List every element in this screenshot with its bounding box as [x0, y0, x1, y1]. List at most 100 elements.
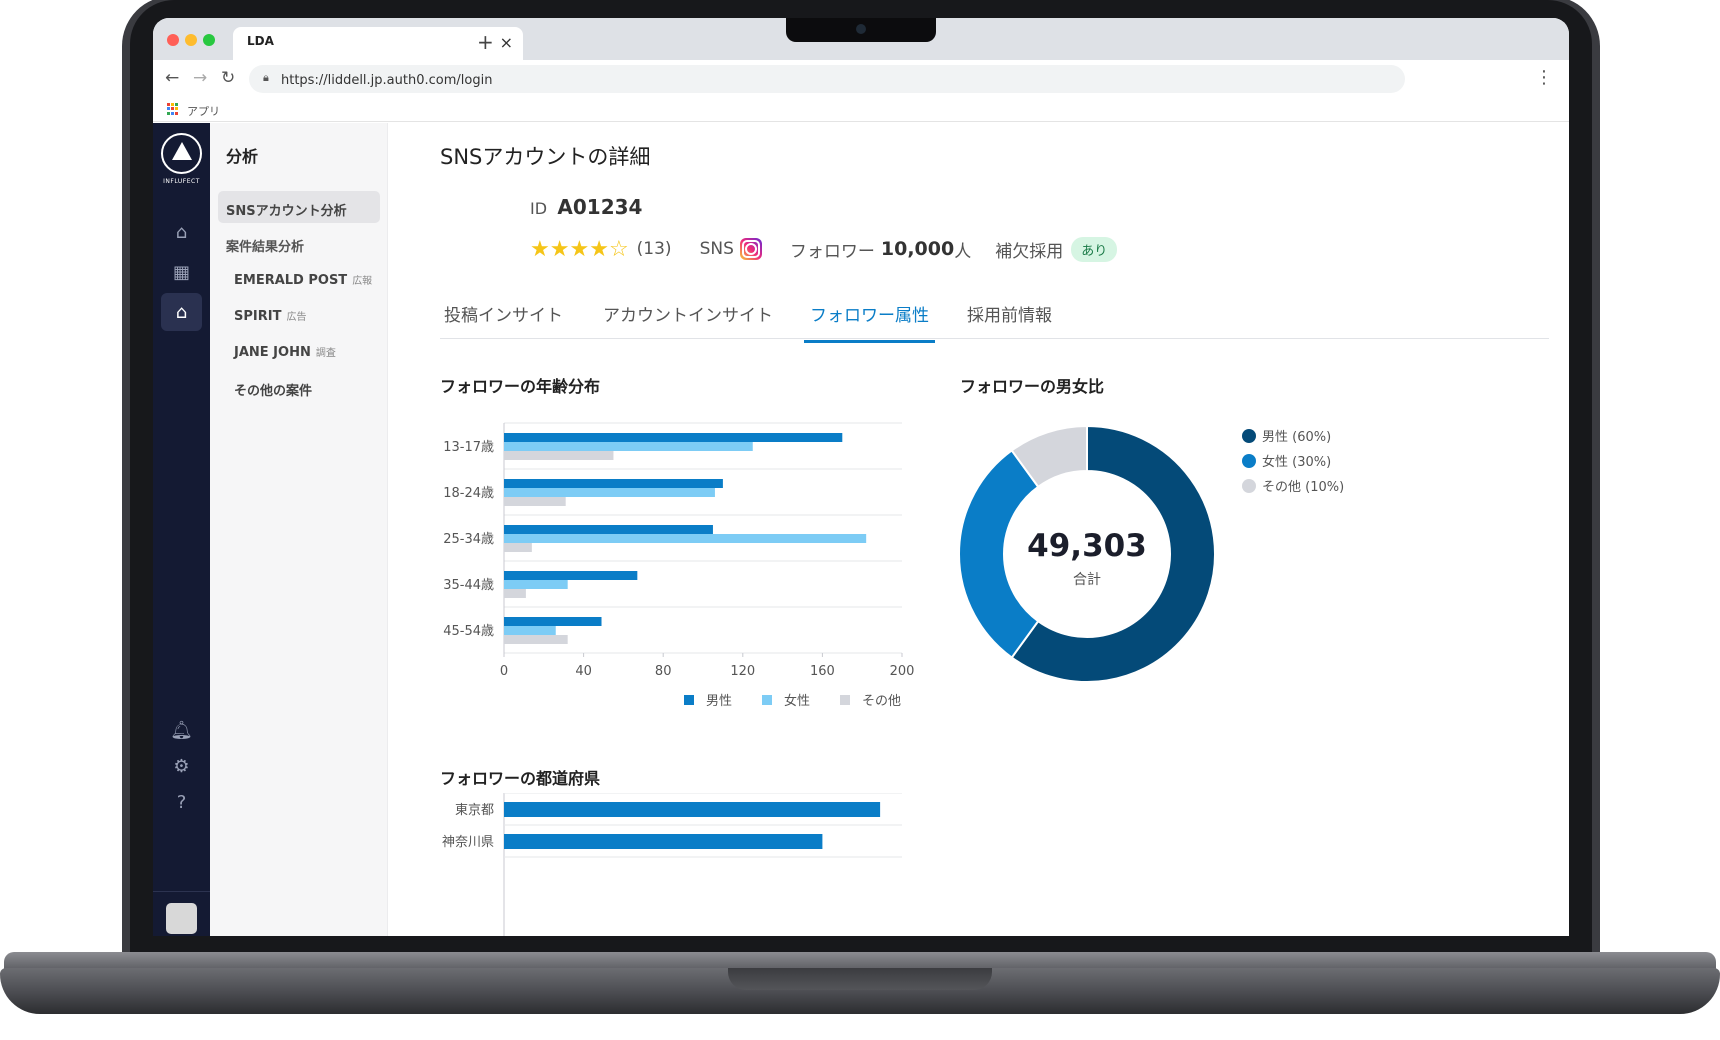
bar [504, 497, 566, 506]
legend-label: 男性 [706, 694, 732, 709]
sns-label: SNS [699, 239, 734, 259]
tab-bar: 投稿インサイト アカウントインサイト フォロワー属性 採用前情報 [440, 283, 1549, 343]
laptop-mockup: LDA × + ← → ↻ 🔒︎ https://liddell.jp.auth… [0, 0, 1720, 1040]
followers-label: フォロワー [789, 241, 875, 262]
legend-swatch [1242, 454, 1256, 468]
star-filled-icon: ★ [549, 236, 570, 262]
subitem-tag: 広報 [352, 276, 373, 287]
brand-logo-icon[interactable] [161, 133, 202, 174]
hoketsu-label: 補欠採用 [995, 241, 1064, 262]
new-tab-button[interactable]: + [477, 30, 494, 54]
main-content: SNSアカウントの詳細 ID A01234 ★★★★☆ (13) SNS フォロ… [389, 123, 1569, 936]
sidebar-item-campaign-results[interactable]: 案件結果分析 [218, 227, 380, 259]
donut-center-value: 49,303 [1027, 528, 1147, 564]
browser-menu-icon[interactable]: ⋮ [1535, 67, 1553, 88]
browser-toolbar: ← → ↻ 🔒︎ https://liddell.jp.auth0.com/lo… [153, 60, 1569, 100]
age-bar-chart: 13-17歳 18-24歳 25-34歳 35-44歳 45-54歳 0 40 80 120 16… [443, 422, 914, 709]
star-filled-icon: ★ [530, 236, 550, 262]
subitem-tag: 広告 [286, 312, 307, 323]
y-tick-label: 18-24歳 [443, 486, 494, 501]
subitem-label: JANE JOHN [234, 345, 311, 360]
subitem-label: SPIRIT [234, 309, 282, 324]
sidebar-subitem-emerald-post[interactable]: EMERALD POST 広報 [234, 272, 372, 288]
y-tick-label: 東京都 [455, 802, 494, 818]
y-tick-label: 45-54歳 [443, 624, 494, 639]
x-tick-label: 40 [575, 664, 592, 679]
sidebar-subitem-jane-john[interactable]: JANE JOHN 調査 [234, 344, 336, 360]
apps-grid-icon[interactable] [167, 103, 179, 115]
rail-divider [153, 891, 210, 892]
y-tick-label: 25-34歳 [443, 532, 494, 547]
analytics-home-icon[interactable]: ⌂ [161, 293, 202, 331]
sidebar-title: 分析 [226, 147, 259, 166]
legend-label: その他 [862, 694, 901, 709]
back-arrow-icon[interactable]: ← [165, 68, 179, 88]
y-tick-label: 35-44歳 [443, 578, 494, 593]
minimize-window-button[interactable] [185, 34, 197, 46]
subitem-label: EMERALD POST [234, 273, 348, 288]
gender-chart-title: フォロワーの男女比 [960, 377, 1105, 396]
avatar[interactable] [166, 903, 197, 934]
maximize-window-button[interactable] [203, 34, 215, 46]
home-icon[interactable]: ⌂ [161, 213, 202, 251]
close-window-button[interactable] [167, 34, 179, 46]
bookmarks-bar: アプリ [153, 100, 1569, 122]
bar [504, 802, 881, 817]
review-count: (13) [636, 239, 672, 259]
tab-pre-hire-info[interactable]: 採用前情報 [967, 301, 1052, 340]
tab-post-insight[interactable]: 投稿インサイト [444, 301, 563, 340]
bar [504, 834, 823, 849]
star-rating: ★★★★☆ [530, 237, 629, 262]
bookmark-apps-label[interactable]: アプリ [187, 103, 220, 119]
x-tick-label: 120 [730, 664, 755, 679]
legend-label: 男性 (60%) [1262, 430, 1331, 445]
tab-follower-attributes[interactable]: フォロワー属性 [804, 301, 935, 343]
brand-name: INFLUFECT [163, 178, 200, 185]
camera-icon [856, 24, 866, 34]
calendar-icon[interactable]: ▦ [161, 253, 202, 291]
bar [504, 525, 713, 534]
reload-icon[interactable]: ↻ [221, 68, 235, 88]
account-meta: ★★★★☆ (13) SNS フォロワー 10,000 人 補欠採用 あり [530, 235, 1118, 263]
sidebar-subitem-spirit[interactable]: SPIRIT 広告 [234, 308, 306, 324]
prefecture-bar-chart: 東京都神奈川県 [442, 793, 902, 936]
y-tick-label: 13-17歳 [443, 440, 494, 455]
bar [504, 442, 753, 451]
x-tick-label: 80 [655, 664, 672, 679]
bar [504, 571, 638, 580]
forward-arrow-icon[interactable]: → [193, 68, 207, 88]
sidebar-subitem-other[interactable]: その他の案件 [234, 380, 312, 399]
tab-account-insight[interactable]: アカウントインサイト [603, 301, 773, 340]
legend-label: その他 (10%) [1262, 480, 1344, 495]
bar [504, 617, 602, 626]
legend-swatch [762, 695, 772, 705]
tab-close-button[interactable]: × [500, 33, 513, 52]
account-id: ID A01234 [530, 195, 642, 219]
instagram-icon [739, 238, 762, 260]
x-tick-label: 160 [810, 664, 835, 679]
url-text: https://liddell.jp.auth0.com/login [281, 73, 493, 88]
gender-donut-chart: 49,303 合計 男性 (60%) 女性 (30%) その他 (10%) [958, 424, 1344, 683]
bar [504, 451, 614, 460]
bar [504, 635, 568, 644]
bar [504, 534, 867, 543]
help-icon[interactable]: ? [161, 783, 202, 821]
legend-swatch [684, 695, 694, 705]
followers-unit: 人 [954, 241, 972, 262]
bell-icon[interactable]: 🔔︎ [161, 711, 202, 749]
donut-center-label: 合計 [1073, 572, 1101, 588]
y-tick-label: 神奈川県 [442, 835, 494, 850]
followers-value: 10,000 [880, 238, 955, 260]
screen: LDA × + ← → ↻ 🔒︎ https://liddell.jp.auth… [153, 18, 1569, 936]
id-label: ID [530, 199, 548, 218]
icon-rail: INFLUFECT ⌂ ▦ ⌂ 🔔︎ ⚙ ? [153, 123, 210, 936]
app: INFLUFECT ⌂ ▦ ⌂ 🔔︎ ⚙ ? 分析 SNSアカウント分析 案件結… [153, 123, 1569, 936]
status-badge: あり [1071, 236, 1118, 262]
x-tick-label: 0 [500, 664, 508, 679]
star-filled-icon: ★ [569, 236, 590, 262]
address-bar[interactable]: 🔒︎ https://liddell.jp.auth0.com/login [249, 65, 1405, 93]
sidebar-item-sns-account-analysis[interactable]: SNSアカウント分析 [218, 191, 380, 223]
gear-icon[interactable]: ⚙ [161, 747, 202, 785]
bar [504, 580, 568, 589]
page-title: SNSアカウントの詳細 [440, 145, 651, 169]
